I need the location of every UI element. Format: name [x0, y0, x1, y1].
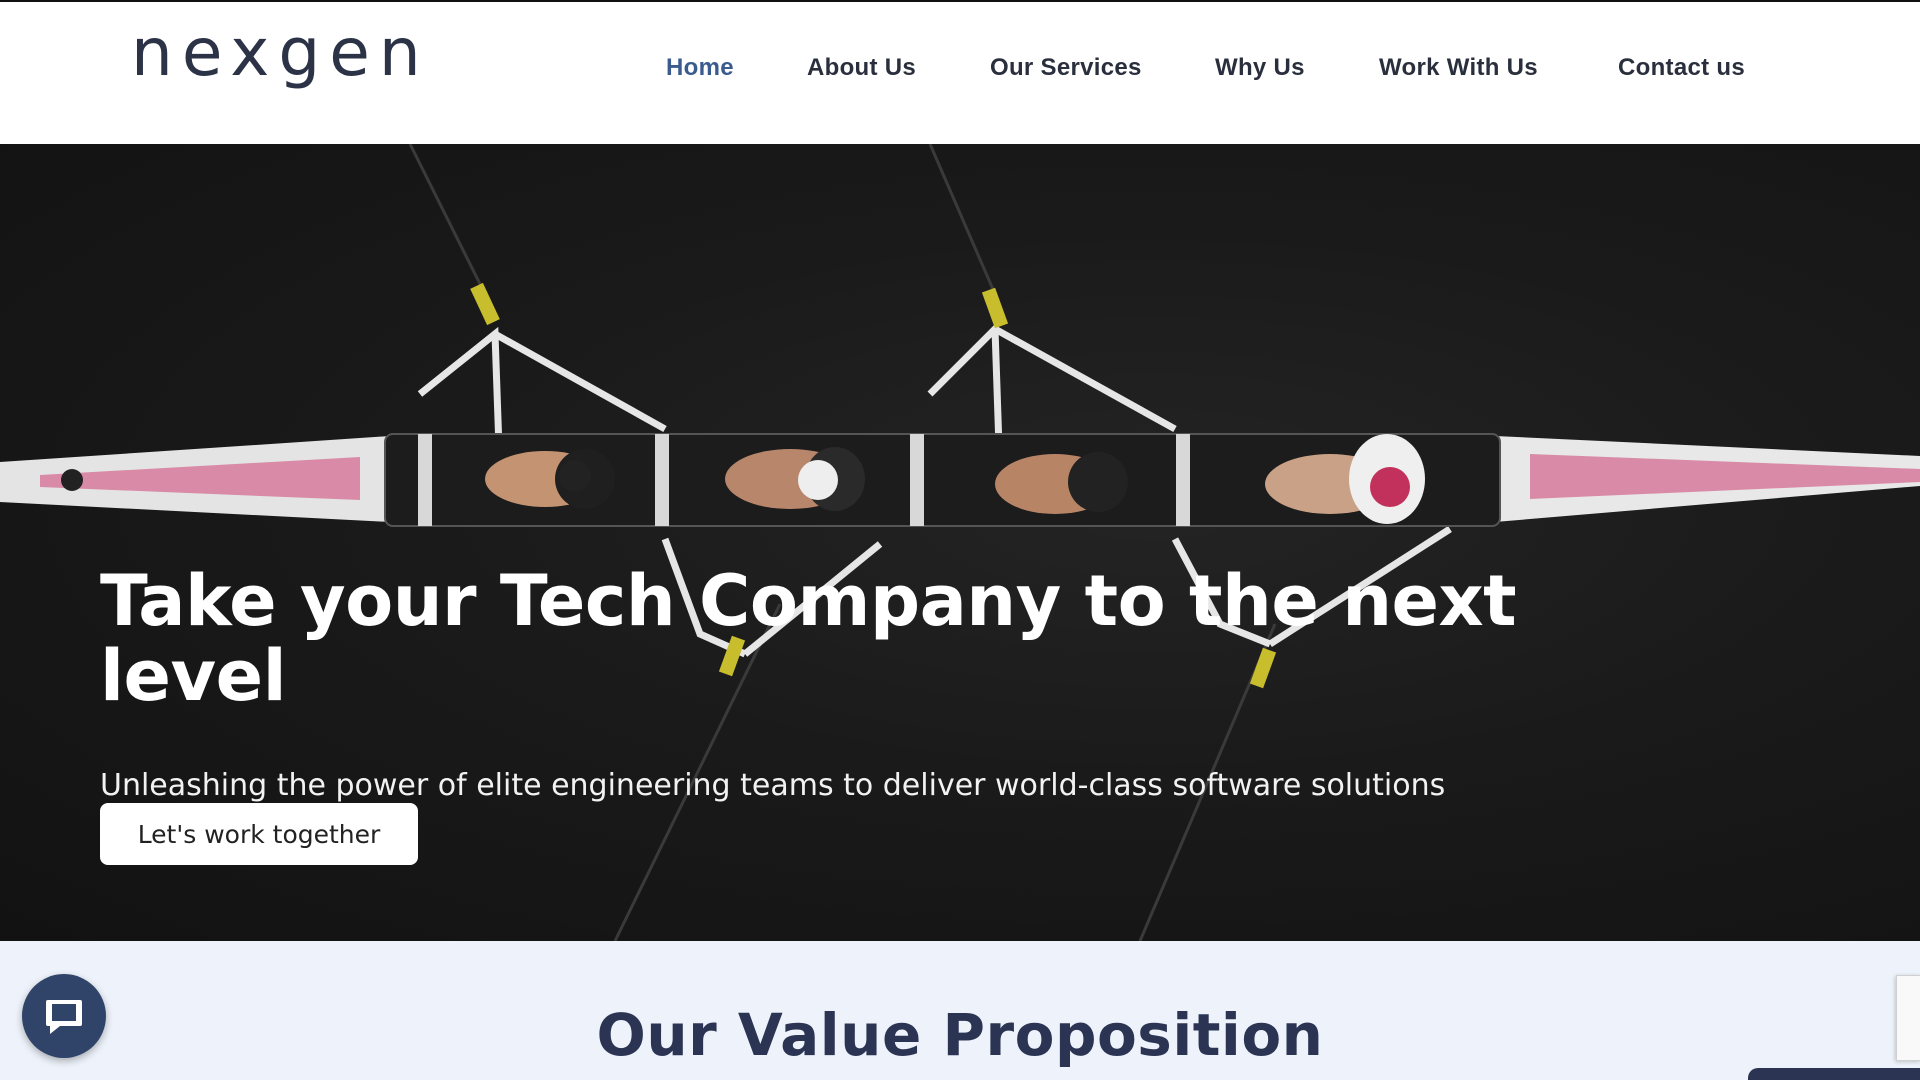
site-logo[interactable]: nexgen — [131, 20, 430, 86]
chat-widget-button[interactable] — [22, 974, 106, 1058]
hero-subtitle: Unleashing the power of elite engineerin… — [100, 768, 1446, 803]
lets-work-together-button[interactable]: Let's work together — [100, 803, 418, 865]
nav-home[interactable]: Home — [666, 54, 734, 82]
nav-contact-us[interactable]: Contact us — [1618, 54, 1745, 82]
chat-bubble-icon — [46, 1000, 82, 1034]
value-proposition-heading: Our Value Proposition — [596, 1001, 1324, 1069]
value-proposition-section: Our Value Proposition — [0, 941, 1920, 1080]
site-header: nexgen Home About Us Our Services Why Us… — [0, 2, 1920, 144]
nav-about-us[interactable]: About Us — [807, 54, 916, 82]
floating-widget-tab[interactable] — [1748, 1068, 1920, 1080]
hero-section: Take your Tech Company to the next level… — [0, 144, 1920, 941]
nav-our-services[interactable]: Our Services — [990, 54, 1142, 82]
nav-why-us[interactable]: Why Us — [1215, 54, 1305, 82]
recaptcha-badge[interactable] — [1896, 975, 1920, 1061]
nav-work-with-us[interactable]: Work With Us — [1379, 54, 1538, 82]
hero-title: Take your Tech Company to the next level — [100, 560, 1517, 717]
